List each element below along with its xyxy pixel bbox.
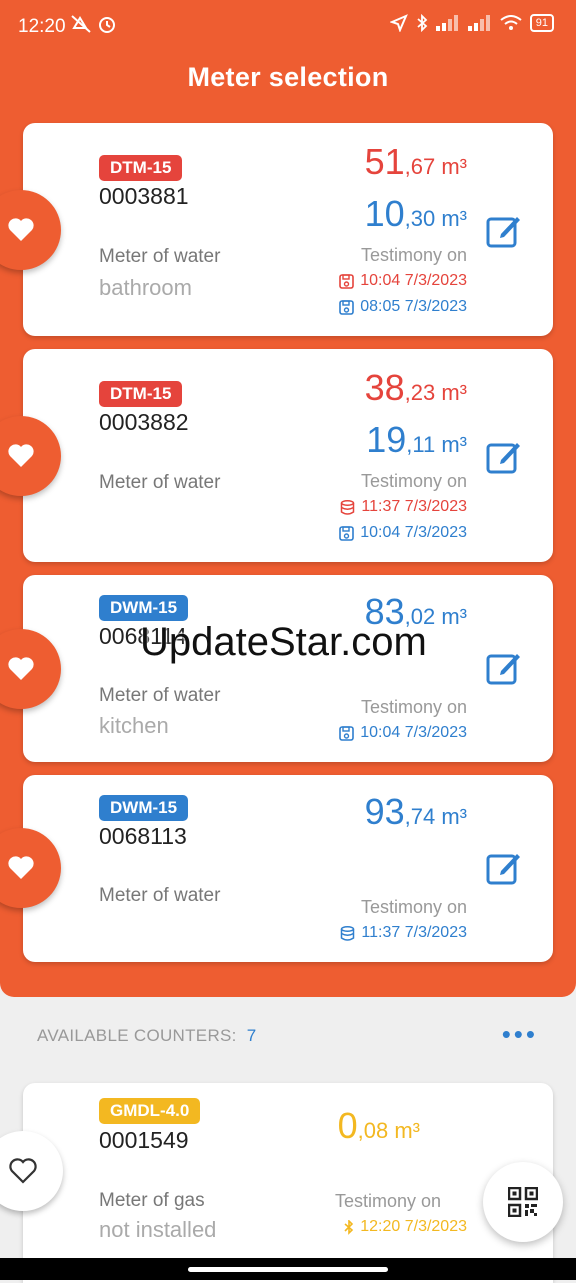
timestamp-primary: 11:37 7/3/2023 (340, 498, 467, 516)
testimony-label: Testimony on (360, 245, 467, 265)
edit-icon[interactable] (485, 212, 523, 250)
meter-value-primary: 38,23 m³ (364, 367, 467, 408)
meter-kind: Meter of water (99, 246, 221, 267)
wifi-icon (500, 15, 522, 30)
meter-type-badge: DTM-15 (99, 155, 183, 181)
floppy-icon (339, 725, 355, 741)
home-gesture-handle[interactable] (188, 1267, 388, 1272)
favorite-button[interactable] (0, 416, 61, 496)
location-icon (389, 14, 408, 32)
testimony-label: Testimony on (334, 1191, 441, 1211)
timestamp-text: 10:04 7/3/2023 (360, 724, 467, 741)
edit-icon[interactable] (485, 649, 523, 687)
heart-icon (8, 444, 34, 467)
meter-value-secondary: 10,30 m³ (364, 193, 467, 234)
available-count: 7 (246, 1026, 257, 1045)
meter-kind: Meter of gas (99, 1190, 205, 1211)
heart-icon (8, 218, 34, 241)
status-left-icons (70, 14, 117, 39)
signal-icon-2 (467, 15, 490, 31)
meter-type-badge: GMDL-4.0 (99, 1098, 201, 1124)
timestamp-text: 10:04 7/3/2023 (360, 524, 467, 541)
timestamp-text: 10:04 7/3/2023 (360, 272, 467, 289)
floppy-icon (339, 525, 355, 541)
timestamp-primary: 10:04 7/3/2023 (339, 272, 467, 290)
alarm-icon (99, 17, 116, 33)
meter-value-secondary: 19,11 m³ (366, 419, 467, 460)
meter-value-primary: 0,08 m³ (337, 1105, 420, 1146)
meter-card[interactable]: DWM-15 0068114 Meter of water kitchen 83… (0, 575, 553, 762)
heart-outline-icon (9, 1158, 37, 1184)
timestamp-text: 08:05 7/3/2023 (360, 298, 467, 315)
page-title: Meter selection (187, 62, 389, 92)
bluetooth-icon (344, 1219, 354, 1235)
database-icon (341, 925, 355, 941)
meter-type-badge: DWM-15 (99, 795, 189, 821)
meter-serial: 0068113 (99, 823, 187, 849)
available-label-text: AVAILABLE COUNTERS: (37, 1026, 237, 1045)
timestamp-primary: 11:37 7/3/2023 (340, 924, 467, 942)
timestamp-primary: 10:04 7/3/2023 (339, 724, 467, 742)
meter-value-primary: 93,74 m³ (364, 791, 467, 832)
qr-code-icon (508, 1187, 538, 1217)
heart-icon (8, 657, 34, 680)
bluetooth-status-icon (417, 14, 428, 32)
meter-kind: Meter of water (99, 685, 221, 706)
floppy-icon (339, 299, 355, 315)
meter-card[interactable]: DWM-15 0068113 Meter of water 93,74 m³ T… (0, 775, 553, 962)
battery-indicator: 91 (529, 14, 554, 32)
meter-value-primary: 51,67 m³ (364, 141, 467, 182)
status-bar: 12:20 91 (0, 0, 576, 54)
meter-kind: Meter of water (99, 885, 221, 906)
favorite-button[interactable] (0, 629, 61, 709)
favorite-button[interactable] (0, 828, 61, 908)
meter-serial: 0003881 (99, 183, 189, 209)
meter-place: bathroom (99, 275, 192, 300)
edit-icon[interactable] (485, 849, 523, 887)
more-options-button[interactable]: ••• (502, 1021, 538, 1047)
meter-kind: Meter of water (99, 472, 221, 493)
meter-serial: 0001549 (99, 1127, 189, 1153)
timestamp-secondary: 10:04 7/3/2023 (339, 524, 467, 542)
edit-icon[interactable] (485, 438, 523, 476)
timestamp-primary: 12:20 7/3/2023 (344, 1218, 467, 1236)
mute-icon (71, 15, 91, 33)
testimony-label: Testimony on (360, 897, 467, 917)
available-counters-label: AVAILABLE COUNTERS: 7 (37, 1026, 256, 1046)
database-icon (341, 499, 355, 515)
floppy-icon (339, 273, 355, 289)
status-right-icons: 91 (389, 14, 554, 32)
timestamp-text: 11:37 7/3/2023 (361, 498, 467, 515)
meter-type-badge: DWM-15 (99, 595, 189, 621)
meter-place: not installed (99, 1217, 217, 1242)
meter-card[interactable]: DTM-15 0003881 Meter of water bathroom 5… (0, 123, 553, 336)
timestamp-text: 12:20 7/3/2023 (360, 1218, 467, 1235)
heart-icon (8, 856, 34, 879)
timestamp-secondary: 08:05 7/3/2023 (339, 298, 467, 316)
status-time: 12:20 (18, 16, 66, 37)
gas-meter-card[interactable]: GMDL-4.0 0001549 Meter of gas not instal… (0, 1083, 553, 1283)
testimony-label: Testimony on (360, 697, 467, 717)
qr-scan-button[interactable] (483, 1162, 563, 1242)
timestamp-text: 11:37 7/3/2023 (361, 924, 467, 941)
navigation-bar (0, 1258, 576, 1280)
meter-card[interactable]: DTM-15 0003882 Meter of water 38,23 m³ 1… (0, 349, 553, 562)
favorite-button[interactable] (0, 1131, 63, 1211)
watermark-text: UpdateStar.com (140, 620, 427, 664)
testimony-label: Testimony on (360, 471, 467, 491)
meter-place: kitchen (99, 713, 169, 738)
meter-serial: 0003882 (99, 409, 189, 435)
meter-type-badge: DTM-15 (99, 381, 183, 407)
signal-icon (435, 15, 458, 31)
favorite-button[interactable] (0, 190, 61, 270)
